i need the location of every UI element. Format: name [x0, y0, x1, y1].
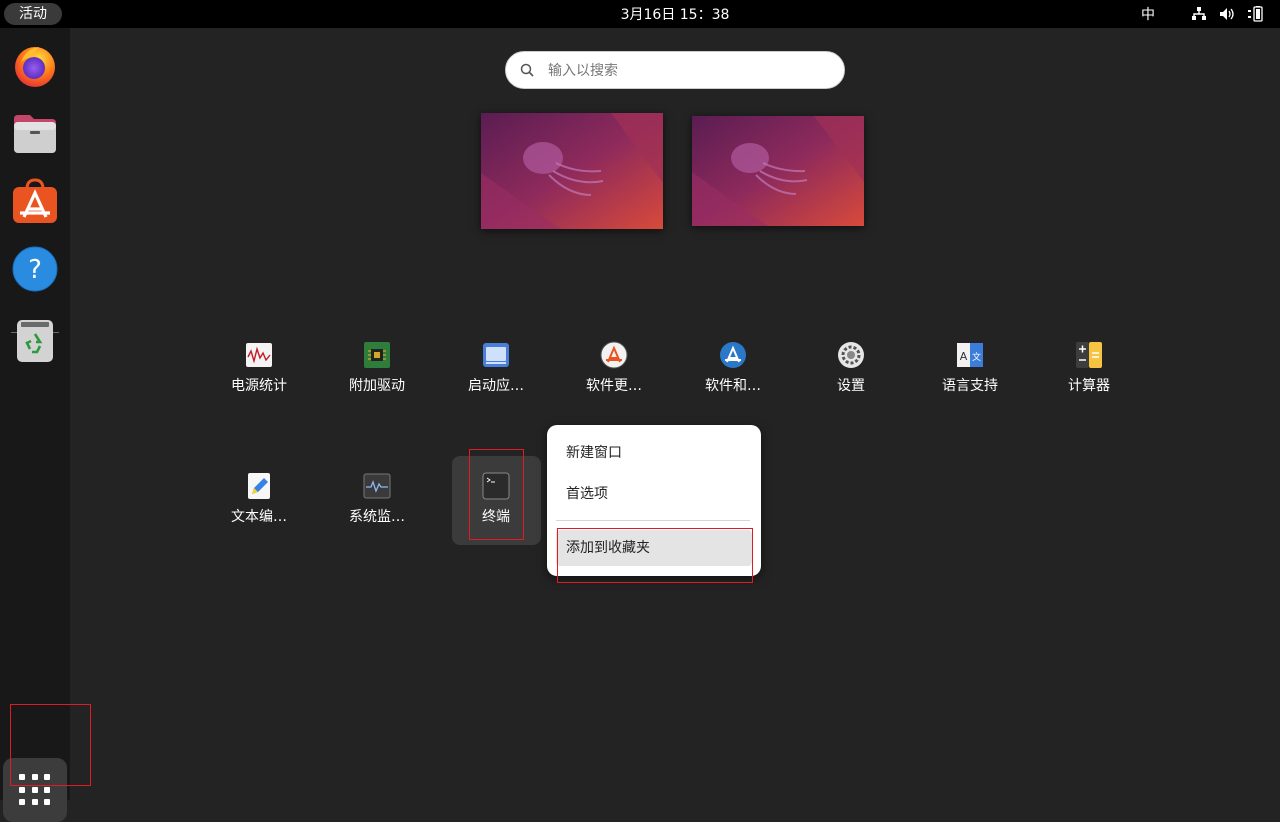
- additional-drivers-icon: [364, 342, 390, 368]
- app-label: 设置: [837, 378, 865, 394]
- svg-text:A: A: [960, 350, 968, 363]
- text-editor-icon: [248, 473, 270, 499]
- menu-item-preferences[interactable]: 首选项: [556, 476, 752, 512]
- app-label: 软件和…: [705, 378, 761, 394]
- startup-apps-icon: [483, 343, 509, 367]
- system-monitor-icon: [363, 473, 391, 499]
- svg-text:文: 文: [972, 351, 981, 363]
- show-applications-button[interactable]: [3, 758, 67, 822]
- software-updater-icon: [600, 341, 628, 369]
- app-power-statistics[interactable]: 电源统计: [204, 341, 314, 411]
- app-label: 语言支持: [942, 378, 998, 394]
- app-language-support[interactable]: A 文 语言支持: [915, 341, 1025, 411]
- app-label: 系统监…: [349, 509, 405, 525]
- app-center-icon[interactable]: [11, 177, 59, 225]
- app-calculator[interactable]: 计算器: [1034, 341, 1144, 411]
- search-input[interactable]: [546, 59, 830, 83]
- app-label: 电源统计: [231, 378, 287, 394]
- clock[interactable]: 3月16日 15：38: [621, 7, 730, 23]
- terminal-icon: [482, 472, 510, 500]
- app-label: 附加驱动: [349, 378, 405, 394]
- search-box[interactable]: [505, 51, 845, 89]
- settings-icon: [838, 342, 864, 368]
- clock-area: 3月16日 15：38: [0, 0, 1280, 28]
- grid-icon: [19, 774, 51, 806]
- app-label: 软件更…: [586, 378, 642, 394]
- context-menu: 新建窗口 首选项 添加到收藏夹: [547, 425, 761, 576]
- app-label: 文本编…: [231, 509, 287, 525]
- help-icon[interactable]: ?: [11, 245, 59, 293]
- input-method-indicator[interactable]: 中: [1141, 0, 1155, 30]
- trash-icon[interactable]: [11, 317, 59, 365]
- menu-item-new-window[interactable]: 新建窗口: [556, 435, 752, 471]
- svg-text:?: ?: [28, 255, 42, 285]
- app-label: 启动应…: [468, 378, 524, 394]
- top-bar: 活动 3月16日 15：38 中: [0, 0, 1280, 28]
- software-sources-icon: [720, 342, 746, 368]
- firefox-icon[interactable]: [11, 41, 59, 89]
- menu-item-add-to-favorites[interactable]: 添加到收藏夹: [556, 530, 752, 566]
- app-label: 计算器: [1068, 378, 1110, 394]
- dock: ?: [0, 28, 70, 822]
- volume-icon[interactable]: [1219, 6, 1235, 22]
- app-text-editor[interactable]: 文本编…: [204, 472, 314, 542]
- workspace-thumbnail-2[interactable]: [692, 116, 864, 226]
- power-statistics-icon: [246, 343, 272, 367]
- app-label: 终端: [482, 509, 510, 525]
- battery-icon[interactable]: [1247, 6, 1265, 22]
- workspace-thumbnail-1[interactable]: [481, 113, 663, 229]
- calculator-icon: [1076, 342, 1102, 368]
- language-support-icon: A 文: [957, 343, 983, 367]
- app-terminal[interactable]: 终端: [441, 472, 551, 542]
- app-startup-applications[interactable]: 启动应…: [441, 341, 551, 411]
- app-software-and-updates[interactable]: 软件和…: [678, 341, 788, 411]
- app-settings[interactable]: 设置: [796, 341, 906, 411]
- files-icon[interactable]: [11, 109, 59, 157]
- menu-separator: [556, 520, 750, 521]
- app-system-monitor[interactable]: 系统监…: [322, 472, 432, 542]
- app-additional-drivers[interactable]: 附加驱动: [322, 341, 432, 411]
- app-software-updater[interactable]: 软件更…: [559, 341, 669, 411]
- network-icon[interactable]: [1191, 6, 1207, 22]
- search-icon: [520, 63, 534, 77]
- activities-button[interactable]: 活动: [4, 3, 62, 25]
